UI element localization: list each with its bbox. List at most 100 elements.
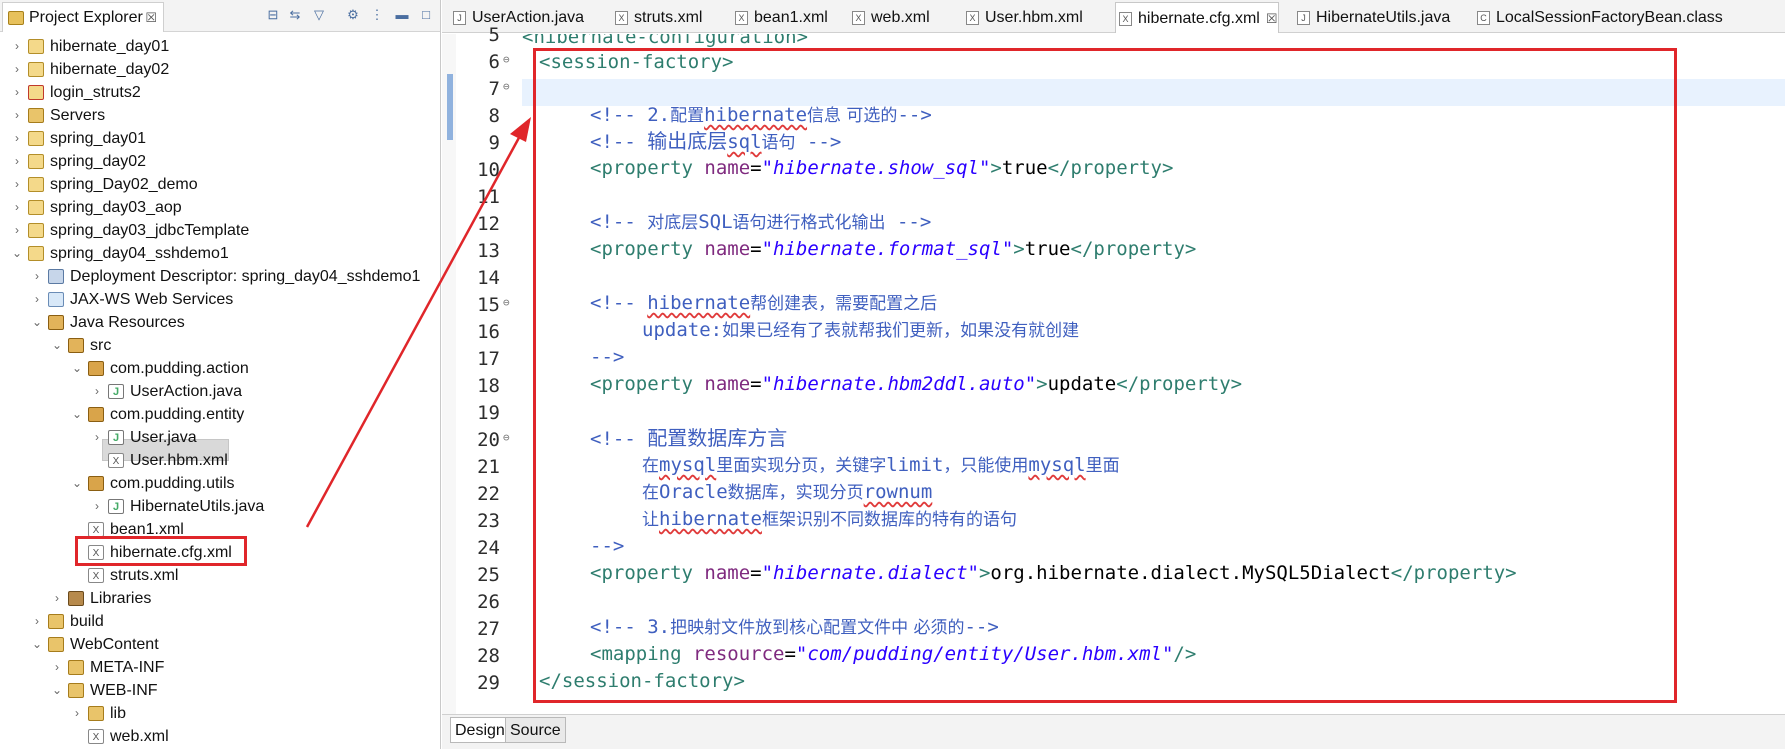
- chevron-right-icon[interactable]: ›: [10, 58, 24, 81]
- line-number: 9: [488, 132, 500, 154]
- chevron-right-icon[interactable]: ›: [30, 610, 44, 633]
- chevron-down-icon[interactable]: ⌄: [70, 472, 84, 495]
- tree-item[interactable]: › spring_day01: [0, 127, 440, 150]
- tree-item[interactable]: ⌄ com.pudding.action: [0, 357, 440, 380]
- link-editor-icon[interactable]: ⇆: [287, 7, 303, 23]
- project-icon: [28, 223, 44, 238]
- tree-item[interactable]: › spring_day03_aop: [0, 196, 440, 219]
- tab-design[interactable]: Design: [450, 717, 510, 743]
- folder-icon: [28, 108, 44, 123]
- editor-mode-tabs: Design Source: [442, 714, 1785, 749]
- tree-item-label: hibernate_day01: [50, 38, 170, 55]
- line-number: 29: [477, 672, 500, 694]
- tree-item-label: spring_day03_jdbcTemplate: [50, 222, 250, 239]
- tree-item[interactable]: ⌄ com.pudding.utils: [0, 472, 440, 495]
- project-explorer: Project Explorer ☒ ⊟ ⇆ ▽ ⚙ ⋮ ▬ □ › hibern…: [0, 0, 441, 749]
- tree-item[interactable]: › hibernate_day01: [0, 35, 440, 58]
- tree-item[interactable]: Xweb.xml: [0, 725, 440, 748]
- tree-item[interactable]: › login_struts2: [0, 81, 440, 104]
- project-icon: [28, 62, 44, 77]
- chevron-right-icon[interactable]: ›: [10, 196, 24, 219]
- chevron-right-icon[interactable]: ›: [10, 150, 24, 173]
- close-icon[interactable]: ☒: [1266, 11, 1278, 26]
- view-menu-icon[interactable]: ⋮: [369, 7, 385, 23]
- tree-item[interactable]: › Servers: [0, 104, 440, 127]
- fold-icon[interactable]: ⊖: [503, 53, 510, 66]
- tree-item[interactable]: › J HibernateUtils.java: [0, 495, 440, 518]
- tree-item[interactable]: › Deployment Descriptor: spring_day04_ssh…: [0, 265, 440, 288]
- chevron-right-icon[interactable]: ›: [10, 81, 24, 104]
- tree-item[interactable]: › lib: [0, 702, 440, 725]
- tree-item[interactable]: › JAX-WS Web Services: [0, 288, 440, 311]
- chevron-right-icon[interactable]: ›: [90, 380, 104, 403]
- chevron-down-icon[interactable]: ⌄: [10, 242, 24, 265]
- line-number: 27: [477, 618, 500, 640]
- tree-item[interactable]: › J UserAction.java: [0, 380, 440, 403]
- tab-source[interactable]: Source: [505, 717, 566, 743]
- tree-item[interactable]: › build: [0, 610, 440, 633]
- fold-icon[interactable]: ⊖: [503, 80, 510, 93]
- tree-item-label: Servers: [50, 107, 106, 124]
- chevron-down-icon[interactable]: ⌄: [50, 334, 64, 357]
- line-number: 6: [488, 51, 500, 73]
- chevron-right-icon[interactable]: ›: [10, 35, 24, 58]
- editor-tab[interactable]: Xweb.xml: [849, 2, 930, 33]
- close-icon[interactable]: ☒: [145, 3, 157, 33]
- chevron-down-icon[interactable]: ⌄: [30, 311, 44, 334]
- chevron-down-icon[interactable]: ⌄: [70, 403, 84, 426]
- tree-item[interactable]: › spring_day03_jdbcTemplate: [0, 219, 440, 242]
- chevron-down-icon[interactable]: ⌄: [50, 679, 64, 702]
- editor-tab[interactable]: Xstruts.xml: [612, 2, 702, 33]
- chevron-right-icon[interactable]: ›: [50, 656, 64, 679]
- chevron-right-icon[interactable]: ›: [90, 495, 104, 518]
- chevron-right-icon[interactable]: ›: [90, 426, 104, 449]
- chevron-right-icon[interactable]: ›: [10, 104, 24, 127]
- tree-item[interactable]: ⌄ WebContent: [0, 633, 440, 656]
- tree-item[interactable]: ⌄ com.pudding.entity: [0, 403, 440, 426]
- tree-item[interactable]: ⌄ spring_day04_sshdemo1: [0, 242, 440, 265]
- chevron-down-icon[interactable]: ⌄: [30, 633, 44, 656]
- filter-icon[interactable]: ▽: [311, 7, 327, 23]
- chevron-right-icon[interactable]: ›: [30, 265, 44, 288]
- tree-item[interactable]: › spring_day02: [0, 150, 440, 173]
- tree-item[interactable]: Xstruts.xml: [0, 564, 440, 587]
- tree-item[interactable]: › Libraries: [0, 587, 440, 610]
- chevron-right-icon[interactable]: ›: [10, 173, 24, 196]
- minimize-icon[interactable]: ▬: [394, 7, 410, 23]
- maximize-icon[interactable]: □: [418, 7, 434, 23]
- fold-icon[interactable]: ⊖: [503, 296, 510, 309]
- line-number: 13: [477, 240, 500, 262]
- editor-tab[interactable]: J HibernateUtils.java: [1294, 2, 1450, 33]
- editor-tab[interactable]: C LocalSessionFactoryBean.class: [1474, 2, 1723, 33]
- chevron-right-icon[interactable]: ›: [10, 219, 24, 242]
- tree-item-label: struts.xml: [110, 567, 179, 584]
- tree-item-label: Libraries: [90, 590, 152, 607]
- sync-icon[interactable]: ⚙: [345, 7, 361, 23]
- tree-item[interactable]: › hibernate_day02: [0, 58, 440, 81]
- collapse-all-icon[interactable]: ⊟: [265, 7, 281, 23]
- tree-item[interactable]: › spring_Day02_demo: [0, 173, 440, 196]
- chevron-right-icon[interactable]: ›: [70, 702, 84, 725]
- chevron-right-icon[interactable]: ›: [10, 127, 24, 150]
- xml-file-icon: X: [735, 11, 748, 25]
- tree-item[interactable]: › J User.java: [0, 426, 440, 449]
- editor-tab[interactable]: X User.hbm.xml: [963, 2, 1083, 33]
- chevron-right-icon[interactable]: ›: [30, 288, 44, 311]
- chevron-down-icon[interactable]: ⌄: [70, 357, 84, 380]
- tree-item[interactable]: › META-INF: [0, 656, 440, 679]
- tree-item[interactable]: ⌄ WEB-INF: [0, 679, 440, 702]
- line-number: 18: [477, 375, 500, 397]
- tree-item[interactable]: ⌄ Java Resources: [0, 311, 440, 334]
- tree-item[interactable]: X User.hbm.xml: [0, 449, 440, 472]
- line-number: 28: [477, 645, 500, 667]
- editor-tab[interactable]: Xhibernate.cfg.xml ☒: [1115, 2, 1279, 33]
- editor-tab-label: HibernateUtils.java: [1316, 9, 1451, 26]
- editor-tab[interactable]: Xbean1.xml: [732, 2, 828, 33]
- fold-icon[interactable]: ⊖: [503, 431, 510, 444]
- line-number: 20: [477, 429, 500, 451]
- chevron-right-icon[interactable]: ›: [50, 587, 64, 610]
- line-number: 19: [477, 402, 500, 424]
- tree-item[interactable]: ⌄ src: [0, 334, 440, 357]
- project-explorer-tab[interactable]: Project Explorer ☒: [2, 2, 164, 32]
- java-file-icon: J: [108, 384, 124, 399]
